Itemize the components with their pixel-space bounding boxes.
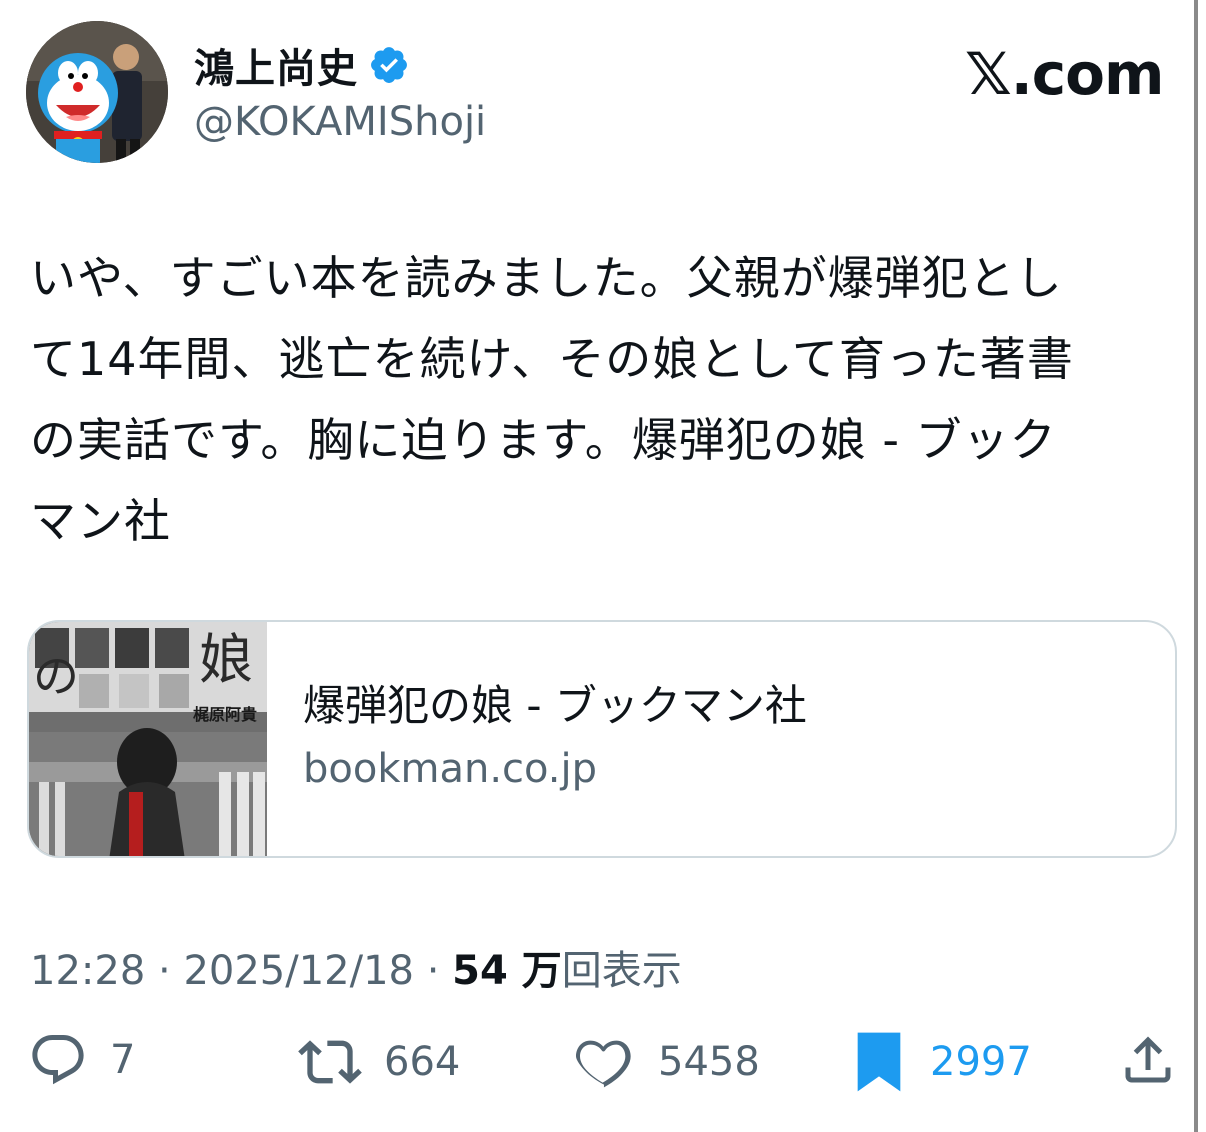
tweet-line: の実話です。胸に迫ります。爆弾犯の娘 - ブック — [30, 413, 1057, 467]
retweet-count: 664 — [384, 1039, 461, 1085]
display-name[interactable]: 鴻上尚史 — [194, 36, 358, 94]
author-name-row[interactable]: 鴻上尚史 — [194, 36, 410, 94]
tweet-line: て14年間、逃亡を続け、その娘として育った著書 — [30, 332, 1074, 386]
share-button[interactable] — [1118, 1030, 1178, 1090]
reply-count: 7 — [110, 1037, 136, 1083]
heart-icon — [576, 1040, 631, 1088]
bookmark-button[interactable]: 2997 — [850, 1030, 1032, 1094]
bookmark-icon — [857, 1032, 901, 1092]
cover-char-musume: 娘 — [199, 628, 253, 691]
book-cover-thumbnail: の 娘 梶原阿貴 — [29, 622, 267, 856]
bookmark-count: 2997 — [930, 1039, 1032, 1085]
cover-author: 梶原阿貴 — [193, 705, 257, 724]
action-bar: 7 664 5458 2997 — [0, 1030, 1206, 1110]
like-button[interactable]: 5458 — [572, 1030, 760, 1094]
avatar-image — [26, 21, 168, 163]
link-card[interactable]: の 娘 梶原阿貴 爆弾犯の娘 - ブックマン社 bookman.co.jp — [27, 620, 1177, 858]
views-count: 54 万 — [452, 948, 562, 994]
tweet-date[interactable]: 2025/12/18 — [183, 948, 414, 994]
tweet-meta: 12:28 · 2025/12/18 · 54 万回表示 — [30, 938, 682, 996]
scrollbar[interactable] — [1194, 0, 1198, 1132]
x-logo[interactable]: 𝕏.com — [965, 40, 1164, 108]
like-count: 5458 — [658, 1039, 760, 1085]
link-card-title[interactable]: 爆弾犯の娘 - ブックマン社 — [303, 672, 807, 733]
tweet-line: いや、すごい本を読みました。父親が爆弾犯とし — [30, 251, 1063, 305]
tweet-line: マン社 — [30, 494, 171, 548]
avatar[interactable] — [26, 21, 168, 163]
retweet-icon — [298, 1040, 362, 1084]
cover-char-no: の — [33, 649, 79, 703]
tweet-time[interactable]: 12:28 — [30, 948, 145, 994]
verified-badge-icon — [371, 47, 407, 83]
tweet-text: いや、すごい本を読みました。父親が爆弾犯とし て14年間、逃亡を続け、その娘とし… — [30, 238, 1160, 562]
views-label: 回表示 — [561, 948, 682, 994]
retweet-button[interactable]: 664 — [298, 1030, 460, 1094]
meta-separator: · — [158, 948, 171, 994]
author-handle[interactable]: @KOKAMIShoji — [194, 99, 486, 145]
meta-separator: · — [426, 948, 440, 994]
link-card-domain[interactable]: bookman.co.jp — [303, 746, 597, 792]
share-icon — [1125, 1036, 1171, 1083]
reply-button[interactable]: 7 — [28, 1030, 135, 1090]
reply-icon — [32, 1035, 84, 1085]
